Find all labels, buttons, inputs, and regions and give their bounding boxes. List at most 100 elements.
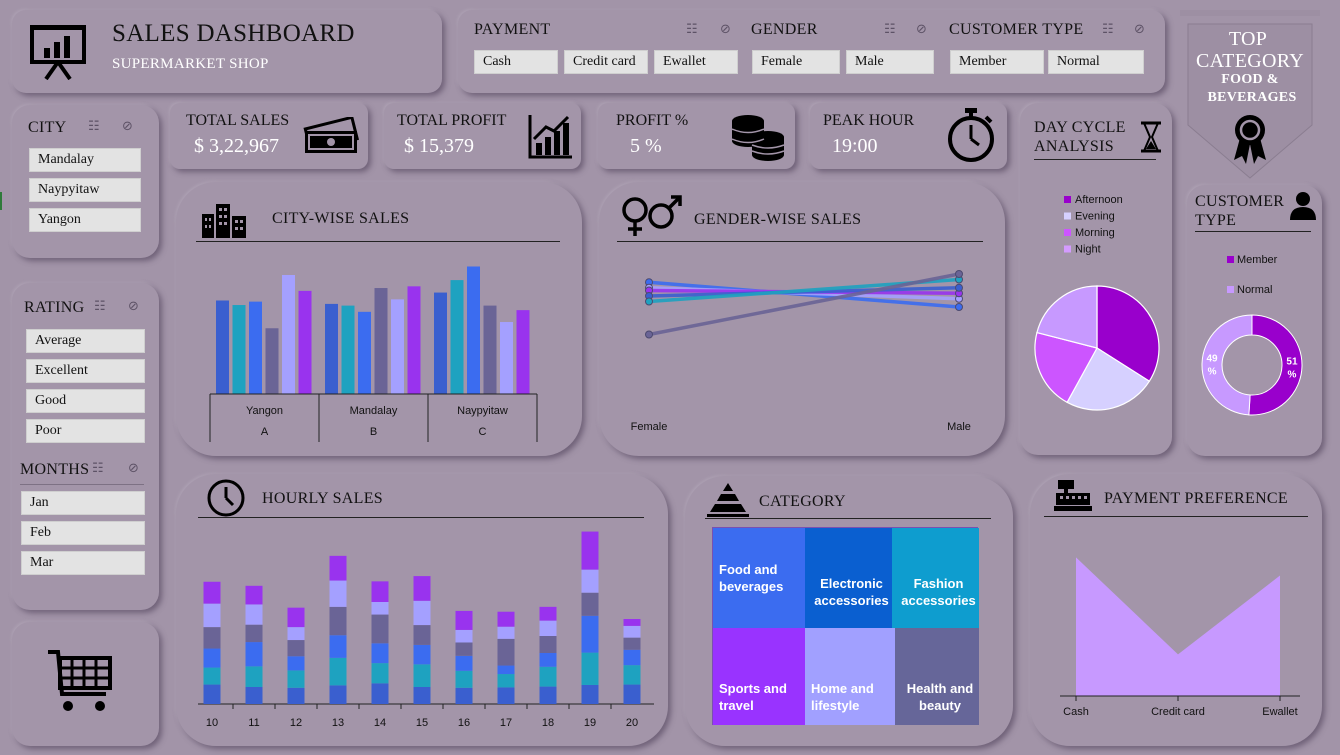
customer-type-data-label: % bbox=[1288, 369, 1297, 380]
hourly-bar-segment bbox=[329, 657, 347, 686]
city-bar bbox=[265, 328, 279, 394]
hourly-tick-label: 18 bbox=[542, 717, 554, 729]
kpi-peak-hour: PEAK HOUR 19:00 bbox=[810, 103, 1007, 169]
rating-option-excellent[interactable]: Excellent bbox=[26, 359, 145, 383]
treemap-cell-fashion-accessories[interactable]: Fashion accessories bbox=[892, 528, 979, 628]
clear-filter-icon[interactable]: ⊘ bbox=[122, 119, 133, 134]
hourly-bar-segment bbox=[539, 620, 557, 636]
hourly-bar-segment bbox=[455, 629, 473, 643]
gender-sales-divider bbox=[617, 241, 983, 242]
multi-select-icon[interactable]: ☷ bbox=[1102, 22, 1114, 37]
hourly-bar-segment bbox=[329, 555, 347, 581]
multi-select-icon[interactable]: ☷ bbox=[88, 119, 100, 134]
customer-type-option-normal[interactable]: Normal bbox=[1048, 50, 1144, 74]
treemap-cell-health-beauty[interactable]: Health and beauty bbox=[895, 628, 979, 725]
hourly-bar-segment bbox=[371, 602, 389, 615]
cash-register-icon bbox=[1054, 480, 1092, 511]
city-tick-label: Naypyitaw bbox=[457, 405, 508, 417]
city-tick-label: Mandalay bbox=[350, 405, 398, 417]
hourly-bar-segment bbox=[539, 606, 557, 621]
treemap-cell-home-lifestyle[interactable]: Home and lifestyle bbox=[805, 628, 895, 725]
hourly-bar-segment bbox=[245, 666, 263, 687]
legend-label: Normal bbox=[1237, 284, 1272, 296]
multi-select-icon[interactable]: ☷ bbox=[92, 461, 104, 476]
money-icon bbox=[303, 117, 360, 153]
category-card: CATEGORY Food and beverages Electronic a… bbox=[685, 476, 1013, 746]
hourly-bar-segment bbox=[581, 615, 599, 653]
city-bar bbox=[434, 292, 447, 394]
day-cycle-pie-chart: Afternoon Evening Morning Night bbox=[1034, 194, 1160, 411]
clear-filter-icon[interactable]: ⊘ bbox=[1134, 22, 1145, 37]
payment-preference-area-chart: Cash Credit card Ewallet bbox=[1060, 557, 1300, 718]
hourly-bar-segment bbox=[245, 585, 263, 605]
clear-filter-icon[interactable]: ⊘ bbox=[128, 461, 139, 476]
kpi-value: $ 15,379 bbox=[404, 135, 474, 157]
pyramid-icon bbox=[707, 483, 749, 517]
payment-option-cash[interactable]: Cash bbox=[474, 50, 558, 74]
month-option-feb[interactable]: Feb bbox=[21, 521, 145, 545]
multi-select-icon[interactable]: ☷ bbox=[884, 22, 896, 37]
rating-filter-label: RATING bbox=[24, 299, 85, 316]
hourly-tick-label: 17 bbox=[500, 717, 512, 729]
legend-swatch bbox=[1064, 196, 1071, 203]
city-tick-label: Yangon bbox=[246, 405, 283, 417]
city-sales-title: CITY-WISE SALES bbox=[272, 210, 410, 227]
stopwatch-icon bbox=[948, 108, 994, 162]
growth-chart-icon bbox=[528, 115, 572, 159]
rating-option-poor[interactable]: Poor bbox=[26, 419, 145, 443]
multi-select-icon[interactable]: ☷ bbox=[94, 299, 106, 314]
clear-filter-icon[interactable]: ⊘ bbox=[720, 22, 731, 37]
legend-swatch bbox=[1227, 286, 1234, 293]
hourly-bar-segment bbox=[623, 619, 641, 626]
header-card: SALES DASHBOARD SUPERMARKET SHOP bbox=[12, 10, 442, 93]
payment-option-ewallet[interactable]: Ewallet bbox=[654, 50, 738, 74]
clear-filter-icon[interactable]: ⊘ bbox=[916, 22, 927, 37]
multi-select-icon[interactable]: ☷ bbox=[686, 22, 698, 37]
hourly-sales-title: HOURLY SALES bbox=[262, 490, 383, 507]
presentation-board-icon bbox=[30, 25, 86, 80]
gender-point bbox=[955, 270, 963, 278]
legend-label: Member bbox=[1237, 254, 1278, 266]
hourly-bar-segment bbox=[287, 687, 305, 704]
month-option-jan[interactable]: Jan bbox=[21, 491, 145, 515]
city-bar bbox=[232, 305, 246, 394]
treemap-cell-sports-travel[interactable]: Sports and travel bbox=[713, 628, 805, 725]
hourly-bar-segment bbox=[581, 684, 599, 704]
hourly-tick-label: 15 bbox=[416, 717, 428, 729]
branch-tick-label: C bbox=[479, 426, 487, 438]
hourly-sales-card: HOURLY SALES 10 11 12 13 14 15 16 17 18 19 20 bbox=[176, 474, 668, 746]
rating-option-average[interactable]: Average bbox=[26, 329, 145, 353]
top-category-banner: TOP CATEGORY FOOD & BEVERAGES bbox=[1180, 10, 1320, 180]
hourly-bar-segment bbox=[245, 624, 263, 643]
payment-filter-label: PAYMENT bbox=[474, 21, 551, 38]
customer-type-option-member[interactable]: Member bbox=[950, 50, 1044, 74]
hourly-tick-label: 11 bbox=[248, 717, 259, 729]
month-option-mar[interactable]: Mar bbox=[21, 551, 145, 575]
legend-label: Night bbox=[1075, 244, 1101, 256]
city-bar bbox=[249, 301, 262, 394]
city-option-mandalay[interactable]: Mandalay bbox=[29, 148, 141, 172]
treemap-cell-food-beverages[interactable]: Food and beverages bbox=[713, 528, 805, 628]
kpi-total-profit: TOTAL PROFIT $ 15,379 bbox=[384, 103, 581, 169]
hourly-bar-segment bbox=[371, 663, 389, 684]
hourly-bar-segment bbox=[539, 686, 557, 704]
payment-option-credit-card[interactable]: Credit card bbox=[564, 50, 648, 74]
kpi-label: TOTAL SALES bbox=[186, 112, 290, 129]
hourly-bar-segment bbox=[203, 648, 221, 668]
kpi-label: TOTAL PROFIT bbox=[397, 112, 507, 129]
hourly-tick-label: 19 bbox=[584, 717, 596, 729]
city-option-naypyitaw[interactable]: Naypyitaw bbox=[29, 178, 141, 202]
city-option-yangon[interactable]: Yangon bbox=[29, 208, 141, 232]
hourly-bar-segment bbox=[287, 656, 305, 671]
rating-option-good[interactable]: Good bbox=[26, 389, 145, 413]
city-bar bbox=[216, 300, 229, 394]
hourly-bar-segment bbox=[287, 670, 305, 688]
gender-option-female[interactable]: Female bbox=[752, 50, 840, 74]
clear-filter-icon[interactable]: ⊘ bbox=[128, 299, 139, 314]
treemap-cell-electronic-accessories[interactable]: Electronic accessories bbox=[805, 528, 892, 628]
gender-option-male[interactable]: Male bbox=[846, 50, 934, 74]
hourly-bar-segment bbox=[455, 670, 473, 688]
city-bar bbox=[467, 266, 480, 394]
customer-type-divider bbox=[1195, 231, 1311, 232]
hourly-bar-segment bbox=[581, 592, 599, 616]
